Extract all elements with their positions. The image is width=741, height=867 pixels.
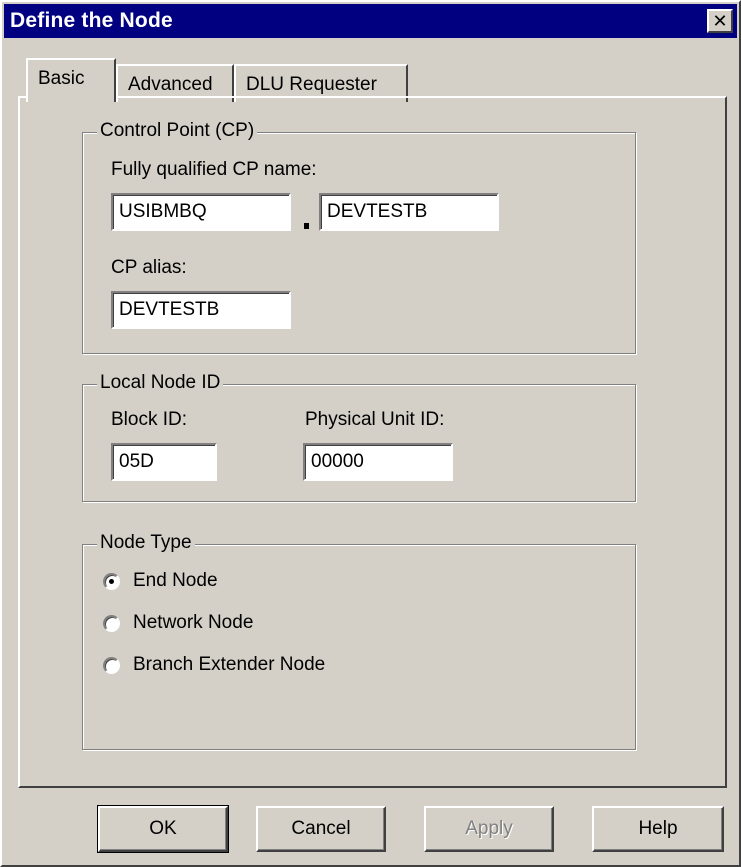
- cp-alias-value: DEVTESTB: [119, 299, 220, 320]
- tab-panel-basic: Control Point (CP) Fully qualified CP na…: [18, 96, 727, 788]
- tab-basic-label: Basic: [38, 68, 85, 89]
- network-name-value: USIBMBQ: [119, 201, 207, 222]
- local-node-id-legend: Local Node ID: [97, 372, 224, 394]
- ok-button[interactable]: OK: [97, 805, 229, 853]
- radio-selected-indicator: [109, 579, 114, 584]
- node-type-group: Node Type End Node Network Node Branch E…: [82, 532, 636, 750]
- close-button[interactable]: ✕: [707, 9, 733, 33]
- branch-extender-node-radio[interactable]: [103, 657, 120, 674]
- physical-unit-id-value: 00000: [311, 451, 364, 472]
- help-button[interactable]: Help: [592, 806, 724, 852]
- separator-dot: [304, 223, 309, 229]
- end-node-label[interactable]: End Node: [133, 570, 218, 592]
- cp-alias-label: CP alias:: [111, 257, 187, 278]
- define-node-dialog: Define the Node ✕ Basic Advanced DLU Req…: [0, 0, 741, 867]
- tab-dlu-requester-label: DLU Requester: [246, 74, 377, 95]
- local-node-id-group: Local Node ID Block ID: 05D Physical Uni…: [82, 372, 636, 502]
- block-id-field[interactable]: 05D: [111, 443, 217, 481]
- network-name-field[interactable]: USIBMBQ: [111, 193, 291, 231]
- tab-advanced-label: Advanced: [128, 74, 213, 95]
- tab-basic[interactable]: Basic: [26, 58, 116, 102]
- block-id-label: Block ID:: [111, 409, 188, 430]
- cp-name-value: DEVTESTB: [327, 201, 428, 222]
- physical-unit-id-field[interactable]: 00000: [303, 443, 453, 481]
- ok-label: OK: [149, 818, 177, 839]
- branch-extender-node-label[interactable]: Branch Extender Node: [133, 654, 325, 676]
- end-node-radio[interactable]: [103, 573, 120, 590]
- apply-button[interactable]: Apply: [424, 806, 554, 852]
- cancel-button[interactable]: Cancel: [256, 806, 386, 852]
- control-point-legend: Control Point (CP): [97, 120, 258, 142]
- block-id-value: 05D: [119, 451, 154, 472]
- apply-label: Apply: [465, 818, 513, 839]
- cancel-label: Cancel: [291, 818, 351, 839]
- fq-cp-name-label: Fully qualified CP name:: [111, 159, 317, 180]
- cp-alias-field[interactable]: DEVTESTB: [111, 291, 291, 329]
- node-type-legend: Node Type: [97, 532, 195, 554]
- help-label: Help: [638, 818, 678, 839]
- physical-unit-id-label: Physical Unit ID:: [305, 409, 445, 430]
- network-node-label[interactable]: Network Node: [133, 612, 253, 634]
- cp-name-field[interactable]: DEVTESTB: [319, 193, 499, 231]
- title-bar[interactable]: Define the Node ✕: [4, 4, 737, 38]
- close-icon: ✕: [712, 11, 728, 31]
- network-node-radio[interactable]: [103, 615, 120, 632]
- window-title: Define the Node: [10, 9, 173, 32]
- control-point-group: Control Point (CP) Fully qualified CP na…: [82, 120, 636, 354]
